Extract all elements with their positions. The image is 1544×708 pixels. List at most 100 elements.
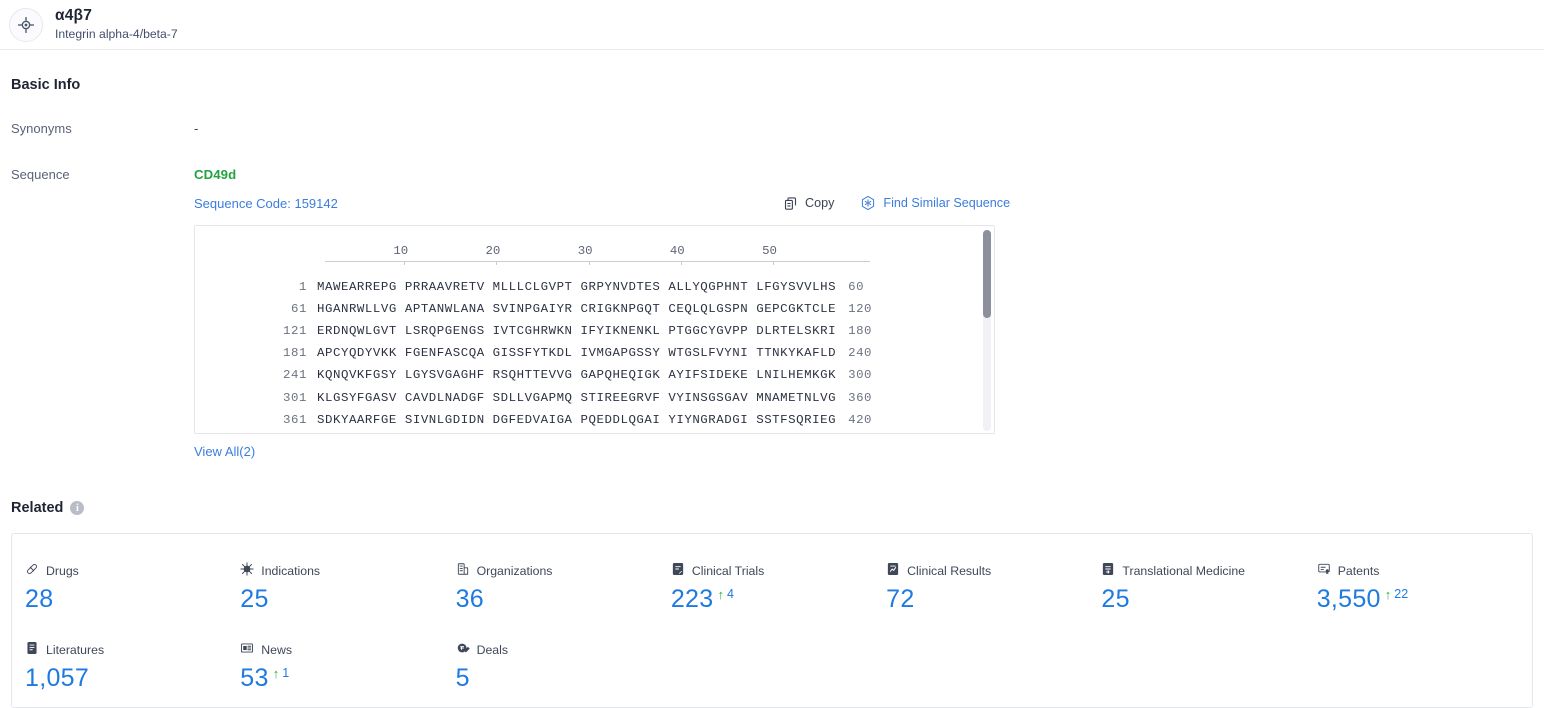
sequence-scrollbar[interactable]	[983, 230, 991, 431]
related-stats-grid: Drugs 28 Indications 25 Organizations 36 Clini…	[12, 534, 1532, 693]
stat-card-clinical-trials[interactable]: Clinical Trials 223 ↑ 4	[671, 562, 886, 614]
stat-value-wrap: 25	[240, 585, 455, 614]
sequence-row-end: 180	[848, 324, 873, 339]
stat-label: Deals	[476, 642, 509, 657]
related-card: Drugs 28 Indications 25 Organizations 36 Clini…	[11, 533, 1533, 708]
stat-head: Clinical Trials	[671, 562, 886, 579]
sequence-viewer[interactable]: 10 20 30 40 50 1 MAWEARREPG PRRAAVRETV MLLLCL…	[194, 225, 995, 434]
sequence-row-residues: ERDNQWLGVT LSRQPGENGS IVTCGHRWKN IFYIKNE…	[317, 324, 837, 339]
stat-card-news[interactable]: News 53 ↑ 1	[240, 641, 455, 693]
stat-head: News	[240, 641, 455, 658]
stat-card-drugs[interactable]: Drugs 28	[25, 562, 240, 614]
sequence-row-start: 301	[283, 390, 307, 405]
stat-value: 1,057	[25, 664, 90, 692]
stat-label: Clinical Results	[907, 563, 992, 578]
stat-head: Organizations	[456, 562, 671, 579]
delta-up-arrow-icon: ↑	[272, 666, 280, 681]
stat-head: Translational Medicine	[1101, 562, 1316, 579]
stat-value-wrap: 28	[25, 585, 240, 614]
delta-value: 1	[282, 666, 290, 680]
stat-label: Indications	[261, 563, 321, 578]
deals-icon	[456, 641, 470, 658]
ruler-tick-label: 50	[762, 244, 777, 258]
sequence-label: Sequence	[11, 167, 70, 182]
stat-value-wrap: 53 ↑ 1	[240, 664, 455, 693]
find-similar-sequence-button[interactable]: Find Similar Sequence	[860, 195, 1010, 211]
molecule-hex-icon	[860, 195, 876, 211]
synonyms-label: Synonyms	[11, 121, 72, 136]
stat-value: 53	[240, 664, 269, 692]
delta-value: 22	[1394, 587, 1409, 601]
stat-label: Drugs	[46, 563, 79, 578]
sequence-row-start: 181	[283, 346, 307, 361]
ruler-tick-mark	[680, 261, 682, 265]
sequence-row-end: 360	[848, 390, 873, 405]
sequence-row-start: 61	[291, 302, 307, 317]
stat-delta: ↑ 1	[272, 666, 290, 681]
sequence-row-residues: SDKYAARFGE SIVNLGDIDN DGFEDVAIGA PQEDDLQ…	[317, 412, 837, 427]
view-all-link[interactable]: View All(2)	[194, 444, 255, 459]
delta-up-arrow-icon: ↑	[1384, 587, 1392, 602]
stat-head: Drugs	[25, 562, 240, 579]
stat-label: News	[261, 642, 293, 657]
sequence-row-residues: HGANRWLLVG APTANWLANA SVINPGAIYR CRIGKNP…	[317, 302, 837, 317]
copy-icon	[783, 196, 798, 211]
info-icon[interactable]: i	[70, 501, 85, 515]
stat-value-wrap: 5	[456, 664, 671, 693]
stat-head: Patents	[1317, 562, 1532, 579]
sequence-row-start: 241	[283, 368, 307, 383]
translational-icon	[1101, 562, 1115, 579]
page-title: α4β7	[55, 6, 93, 24]
header-text-group: α4β7 Integrin alpha-4/beta-7	[55, 6, 178, 41]
stat-label: Literatures	[46, 642, 105, 657]
stat-card-literatures[interactable]: Literatures 1,057	[25, 641, 240, 693]
sequence-row-start: 1	[299, 280, 307, 295]
stat-value-wrap: 72	[886, 585, 1101, 614]
related-title-text: Related	[11, 500, 64, 516]
stat-value-wrap: 25	[1101, 585, 1316, 614]
copy-button[interactable]: Copy	[783, 196, 834, 211]
stat-value-wrap: 1,057	[25, 664, 240, 693]
row-synonyms: Synonyms -	[0, 121, 1544, 136]
delta-up-arrow-icon: ↑	[717, 587, 724, 602]
sequence-row-end: 240	[848, 346, 873, 361]
sequence-row: 241 KQNQVKFGSY LGYSVGAGHF RSQHTTEVVG GAPQ…	[195, 364, 994, 386]
stat-value-wrap: 3,550 ↑ 22	[1317, 585, 1532, 614]
ruler-tick-mark	[588, 261, 590, 265]
stat-card-indications[interactable]: Indications 25	[240, 562, 455, 614]
ruler-tick-label: 40	[669, 244, 685, 258]
sequence-rows: 1 MAWEARREPG PRRAAVRETV MLLLCLGVPT GRPYNV…	[195, 276, 994, 431]
results-doc-icon	[886, 562, 900, 579]
sequence-row-end: 420	[848, 412, 873, 427]
ruler-tick-label: 20	[485, 244, 501, 258]
stat-delta: ↑ 4	[717, 587, 733, 602]
sequence-value-group: CD49d Sequence Code: 159142	[194, 167, 338, 213]
ruler-tick-mark	[404, 261, 406, 265]
ruler-baseline	[325, 261, 870, 262]
sequence-name: CD49d	[194, 167, 237, 182]
sequence-row-residues: KQNQVKFGSY LGYSVGAGHF RSQHTTEVVG GAPQHEQ…	[317, 368, 837, 383]
pill-icon	[25, 562, 39, 579]
basic-info-title: Basic Info	[11, 77, 81, 93]
building-icon	[456, 562, 470, 579]
stat-card-translational-medicine[interactable]: Translational Medicine 25	[1101, 562, 1316, 614]
stat-value: 72	[886, 585, 915, 613]
stat-value: 5	[455, 664, 470, 692]
stat-card-clinical-results[interactable]: Clinical Results 72	[886, 562, 1101, 614]
sequence-scrollbar-thumb[interactable]	[983, 230, 991, 318]
copy-label: Copy	[805, 196, 835, 210]
literature-icon	[25, 641, 39, 658]
target-icon	[9, 7, 43, 42]
stat-head: Deals	[456, 641, 671, 658]
stat-card-deals[interactable]: Deals 5	[456, 641, 671, 693]
stat-value: 36	[455, 585, 484, 613]
sequence-row-end: 60	[848, 280, 865, 295]
stat-label: Patents	[1337, 563, 1380, 578]
stat-card-patents[interactable]: Patents 3,550 ↑ 22	[1317, 562, 1532, 614]
stat-value: 3,550	[1316, 585, 1381, 613]
sequence-row: 361 SDKYAARFGE SIVNLGDIDN DGFEDVAIGA PQED…	[195, 409, 994, 431]
sequence-row: 181 APCYQDYVKK FGENFASCQA GISSFYTKDL IVMG…	[195, 342, 994, 364]
sequence-code-link[interactable]: Sequence Code: 159142	[194, 196, 338, 211]
ruler-tick-label: 10	[393, 244, 409, 258]
stat-card-organizations[interactable]: Organizations 36	[456, 562, 671, 614]
